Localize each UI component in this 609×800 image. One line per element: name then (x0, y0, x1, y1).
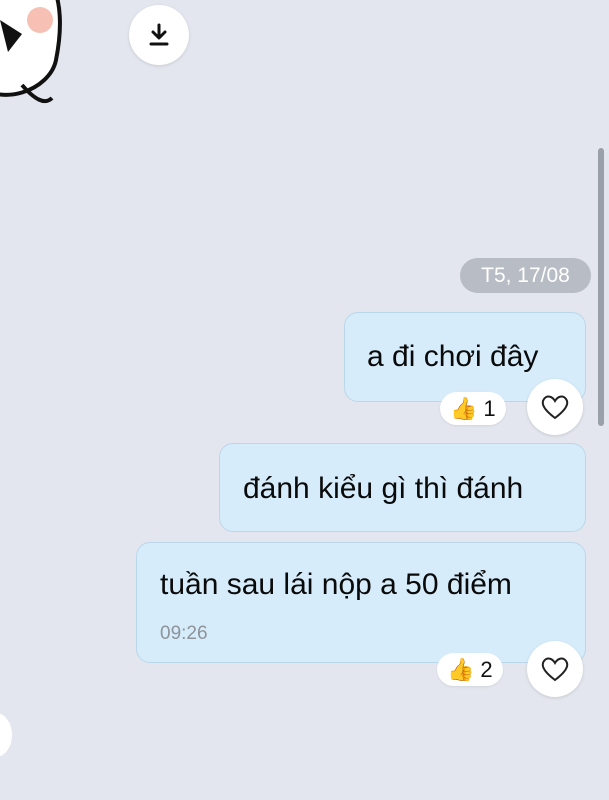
date-separator: T5, 17/08 (460, 258, 591, 293)
thumbs-up-icon: 👍 (447, 656, 475, 682)
reaction-count: 1 (483, 395, 496, 421)
message-text: a đi chơi đây (367, 340, 539, 373)
heart-icon (541, 657, 569, 682)
reaction-summary[interactable]: 👍 1 (440, 392, 506, 425)
message-bubble[interactable]: đánh kiểu gì thì đánh (219, 443, 586, 532)
message-bubble[interactable]: tuần sau lái nộp a 50 điểm 09:26 (136, 542, 586, 663)
react-heart-button[interactable] (527, 379, 583, 435)
message-text: tuần sau lái nộp a 50 điểm (160, 568, 512, 601)
scrollbar[interactable] (598, 148, 604, 426)
heart-icon (541, 395, 569, 420)
message-timestamp: 09:26 (160, 623, 208, 644)
react-heart-button[interactable] (527, 641, 583, 697)
thumbs-up-icon: 👍 (450, 395, 478, 421)
message-text: đánh kiểu gì thì đánh (243, 472, 524, 505)
download-button[interactable] (129, 5, 189, 65)
partial-element (0, 713, 12, 757)
reaction-summary[interactable]: 👍 2 (437, 653, 503, 686)
reaction-count: 2 (480, 656, 493, 682)
download-icon (149, 23, 169, 46)
sticker-image[interactable] (0, 0, 70, 120)
